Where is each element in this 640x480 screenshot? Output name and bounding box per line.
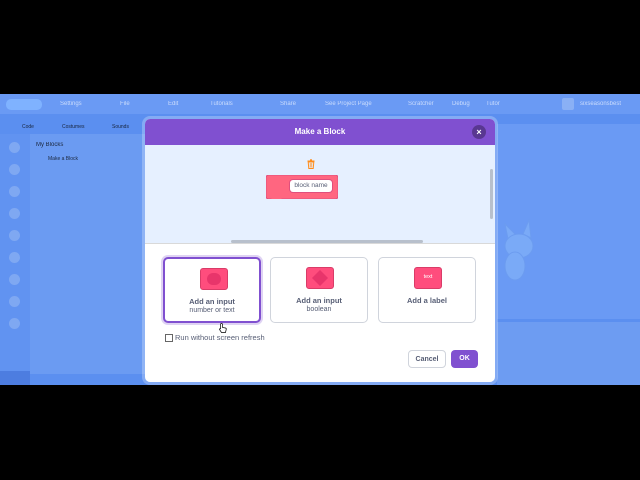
category-events[interactable] [9, 208, 20, 219]
pointer-hand-icon [219, 323, 227, 333]
menu-bar: Settings File Edit Tutorials Share See P… [0, 94, 640, 114]
divider [145, 243, 495, 244]
run-without-refresh-row: Run without screen refresh [165, 333, 265, 343]
close-icon[interactable]: × [472, 125, 486, 139]
file-menu[interactable]: File [120, 101, 130, 107]
avatar[interactable] [562, 98, 574, 110]
category-control[interactable] [9, 230, 20, 241]
block-preview-area: block name [145, 145, 495, 243]
scratch-logo[interactable] [6, 99, 42, 110]
sprite-pane [497, 322, 640, 385]
tab-code[interactable]: Code [22, 124, 34, 130]
tab-sounds[interactable]: Sounds [112, 124, 129, 130]
block-name-input[interactable]: block name [290, 180, 332, 192]
tutor-menu[interactable]: Tutor [486, 101, 500, 107]
debug-menu[interactable]: Debug [452, 101, 470, 107]
vertical-scrollbar[interactable] [490, 169, 493, 219]
option-subtitle: boolean [306, 306, 332, 313]
category-variables[interactable] [9, 296, 20, 307]
round-input-icon [200, 268, 228, 290]
category-looks[interactable] [9, 164, 20, 175]
option-title: Add an input [189, 297, 235, 306]
category-sensing[interactable] [9, 252, 20, 263]
scratcher-menu[interactable]: Scratcher [408, 101, 434, 107]
run-without-refresh-checkbox[interactable] [165, 334, 173, 343]
username[interactable]: sixseasonsbest [580, 101, 621, 107]
category-operators[interactable] [9, 274, 20, 285]
category-menu [0, 134, 30, 374]
palette-heading: My Blocks [36, 142, 64, 148]
option-title: Add a label [406, 296, 447, 305]
label-icon: text [414, 267, 442, 289]
make-a-block-button[interactable]: Make a Block [48, 156, 78, 162]
run-without-refresh-label[interactable]: Run without screen refresh [175, 333, 265, 342]
diamond-input-icon [306, 267, 334, 289]
add-boolean-input-button[interactable]: Add an input boolean [270, 257, 368, 323]
share-button[interactable]: Share [280, 101, 296, 107]
option-subtitle: number or text [189, 307, 235, 314]
dialog-header: Make a Block × [145, 119, 495, 145]
category-motion[interactable] [9, 142, 20, 153]
add-number-text-input-button[interactable]: Add an input number or text [163, 257, 261, 323]
add-label-button[interactable]: text Add a label [378, 257, 476, 323]
see-project-page-button[interactable]: See Project Page [325, 101, 372, 107]
cancel-button[interactable]: Cancel [408, 350, 446, 368]
category-sound[interactable] [9, 186, 20, 197]
editor-tabs: Code Costumes Sounds [0, 122, 145, 134]
tutorials-menu[interactable]: Tutorials [210, 101, 233, 107]
block-palette: My Blocks Make a Block [30, 134, 145, 374]
settings-menu[interactable]: Settings [60, 101, 82, 107]
label-icon-text: text [423, 274, 433, 280]
option-title: Add an input [296, 296, 342, 305]
trash-icon[interactable] [307, 159, 315, 169]
edit-menu[interactable]: Edit [168, 101, 178, 107]
ok-button[interactable]: OK [451, 350, 478, 368]
make-a-block-dialog: Make a Block × block name Add an input n… [145, 119, 495, 382]
sprite-cat-icon [504, 218, 534, 281]
dialog-title: Make a Block [294, 127, 346, 136]
tab-costumes[interactable]: Costumes [62, 124, 85, 130]
category-my-blocks[interactable] [9, 318, 20, 329]
extension-button[interactable] [0, 371, 30, 385]
stage[interactable] [497, 124, 640, 319]
